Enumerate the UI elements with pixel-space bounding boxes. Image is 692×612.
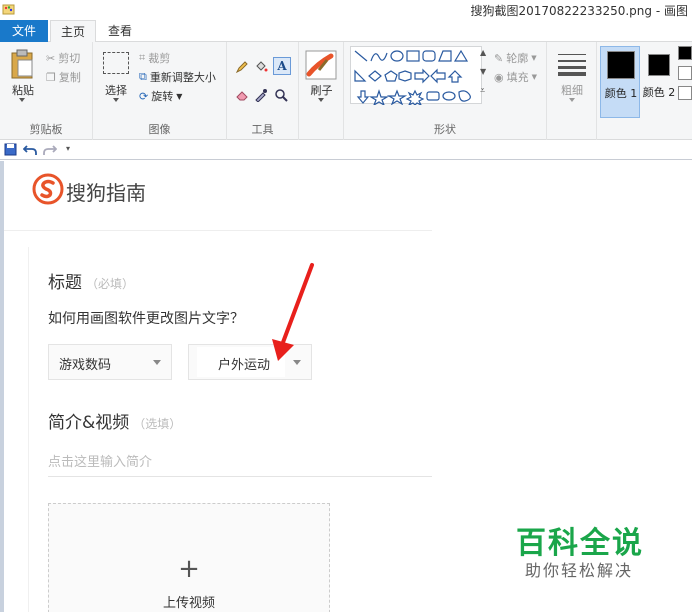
color1-label: 颜色 1 — [604, 87, 638, 100]
text-tool-icon[interactable]: A — [273, 57, 291, 75]
save-icon[interactable] — [4, 143, 17, 156]
image-group: 选择 ⌗ 裁剪 ⧉ 重新调整大小 ⟳ 旋转 ▼ 图像 — [93, 42, 227, 140]
shapes-gallery[interactable] — [350, 46, 482, 107]
crop-icon: ⌗ — [139, 51, 146, 64]
outline-button[interactable]: ✎ 轮廓 ▼ — [494, 50, 537, 66]
color1-button[interactable]: 颜色 1 — [600, 46, 640, 118]
sogou-logo-icon — [32, 173, 64, 205]
intro-field-label: 简介&视频 （选填） — [48, 413, 182, 433]
ribbon: 粘贴 ✂ 剪切 ❐ 复制 剪贴板 选择 ⌗ 裁剪 ⧉ 重新调整大小 ⟳ 旋转 ▼… — [0, 42, 692, 140]
clipboard-group: 粘贴 ✂ 剪切 ❐ 复制 剪贴板 — [0, 42, 93, 140]
header-divider — [4, 230, 432, 231]
ribbon-tabs: 文件 主页 查看 — [0, 20, 692, 43]
upload-video-label: 上传视频 — [162, 596, 215, 611]
brush-icon[interactable] — [305, 50, 337, 80]
copy-button[interactable]: ❐ 复制 — [46, 69, 81, 85]
image-group-label: 图像 — [148, 123, 171, 136]
tab-home[interactable]: 主页 — [50, 20, 96, 43]
pencil-icon[interactable] — [235, 60, 249, 74]
shapes-gallery-icons — [354, 49, 471, 107]
copy-icon: ❐ — [46, 70, 56, 84]
brushes-group: 刷子 — [299, 42, 344, 140]
red-arrow-annotation — [272, 263, 314, 361]
brushes-button[interactable]: 刷子 — [299, 82, 344, 98]
undo-icon[interactable] — [23, 143, 37, 156]
logo-text: 搜狗指南 — [66, 181, 146, 205]
quick-access-toolbar: ▾ — [0, 140, 692, 160]
tools-group: A 工具 — [227, 42, 299, 140]
intro-placeholder: 点击这里输入简介 — [48, 455, 153, 470]
watermark-main: 百科全说 — [516, 526, 644, 561]
color2-swatch — [648, 54, 670, 76]
image-canvas[interactable]: 搜狗指南 标题 （必填） 如何用画图软件更改图片文字？ 游戏数码 户外运动 简介&… — [4, 161, 692, 612]
subcategory-dropdown-label: 户外运动 — [218, 358, 271, 373]
select-icon[interactable] — [103, 52, 129, 74]
paste-dropdown-icon[interactable] — [19, 98, 25, 102]
shapes-scroll-down-icon[interactable]: ▼ — [480, 67, 486, 76]
title-bar: 搜狗截图20170822233250.png - 画图 — [0, 0, 692, 20]
qat-customize-icon[interactable]: ▾ — [66, 144, 70, 153]
size-button[interactable]: 粗细 — [547, 82, 597, 98]
size-dropdown-icon[interactable] — [569, 98, 575, 102]
intro-input[interactable]: 点击这里输入简介 — [48, 447, 432, 477]
canvas-area[interactable]: 搜狗指南 标题 （必填） 如何用画图软件更改图片文字？ 游戏数码 户外运动 简介&… — [0, 161, 692, 612]
select-button[interactable]: 选择 — [97, 82, 135, 98]
redo-icon[interactable] — [43, 143, 57, 156]
shapes-group: ▲ ▼ ⩡ ✎ 轮廓 ▼ ◉ 填充 ▼ 形状 — [344, 42, 547, 140]
shapes-group-label: 形状 — [434, 123, 456, 136]
rotate-button[interactable]: ⟳ 旋转 ▼ — [139, 88, 182, 104]
watermark-sub: 助你轻松解决 — [525, 561, 634, 580]
magnifier-icon[interactable] — [274, 88, 288, 102]
resize-button[interactable]: ⧉ 重新调整大小 — [139, 69, 216, 85]
fill-bucket-icon[interactable] — [254, 60, 268, 74]
category-dropdown-label: 游戏数码 — [59, 358, 112, 373]
question-text: 如何用画图软件更改图片文字？ — [48, 311, 244, 327]
outline-icon: ✎ — [494, 51, 504, 65]
rotate-icon: ⟳ — [139, 89, 149, 103]
upload-video-box[interactable]: + 上传视频 — [48, 503, 330, 612]
cut-button[interactable]: ✂ 剪切 — [46, 50, 80, 66]
palette-swatch-white-2[interactable] — [678, 86, 692, 100]
clipboard-group-label: 剪贴板 — [29, 123, 63, 136]
tab-file[interactable]: 文件 — [0, 20, 48, 42]
tools-group-label: 工具 — [251, 123, 274, 136]
category-dropdown[interactable]: 游戏数码 — [48, 344, 172, 380]
palette-swatch-white[interactable] — [678, 66, 692, 80]
brushes-dropdown-icon[interactable] — [318, 98, 324, 102]
color2-label: 颜色 2 — [642, 86, 676, 99]
window-title: 搜狗截图20170822233250.png - 画图 — [470, 4, 688, 18]
fill-button[interactable]: ◉ 填充 ▼ — [494, 69, 537, 85]
color2-button[interactable]: 颜色 2 — [642, 46, 676, 118]
paste-button[interactable]: 粘贴 — [6, 82, 40, 98]
title-field-label: 标题 （必填） — [48, 273, 135, 293]
paint-app-icon[interactable] — [2, 2, 16, 16]
chevron-down-icon: ▼ — [531, 54, 537, 62]
eraser-icon[interactable] — [235, 88, 249, 102]
resize-icon: ⧉ — [139, 70, 147, 83]
fill-icon: ◉ — [494, 70, 504, 84]
plus-icon: + — [178, 554, 200, 584]
scissors-icon: ✂ — [46, 51, 56, 65]
paste-icon[interactable] — [10, 48, 36, 80]
size-group: 粗细 — [547, 42, 597, 140]
shapes-more-icon[interactable]: ⩡ — [480, 86, 485, 96]
color1-swatch — [607, 51, 635, 79]
palette-swatch-black[interactable] — [678, 46, 692, 60]
chevron-down-icon: ▼ — [176, 91, 183, 101]
select-dropdown-icon[interactable] — [113, 98, 119, 102]
tab-view[interactable]: 查看 — [98, 20, 142, 42]
color-picker-icon[interactable] — [254, 88, 268, 102]
crop-button[interactable]: ⌗ 裁剪 — [139, 50, 170, 66]
chevron-down-icon: ▼ — [531, 73, 537, 81]
shapes-scroll-up-icon[interactable]: ▲ — [480, 48, 486, 57]
chevron-down-icon — [153, 360, 161, 365]
line-width-icon[interactable] — [558, 52, 586, 76]
